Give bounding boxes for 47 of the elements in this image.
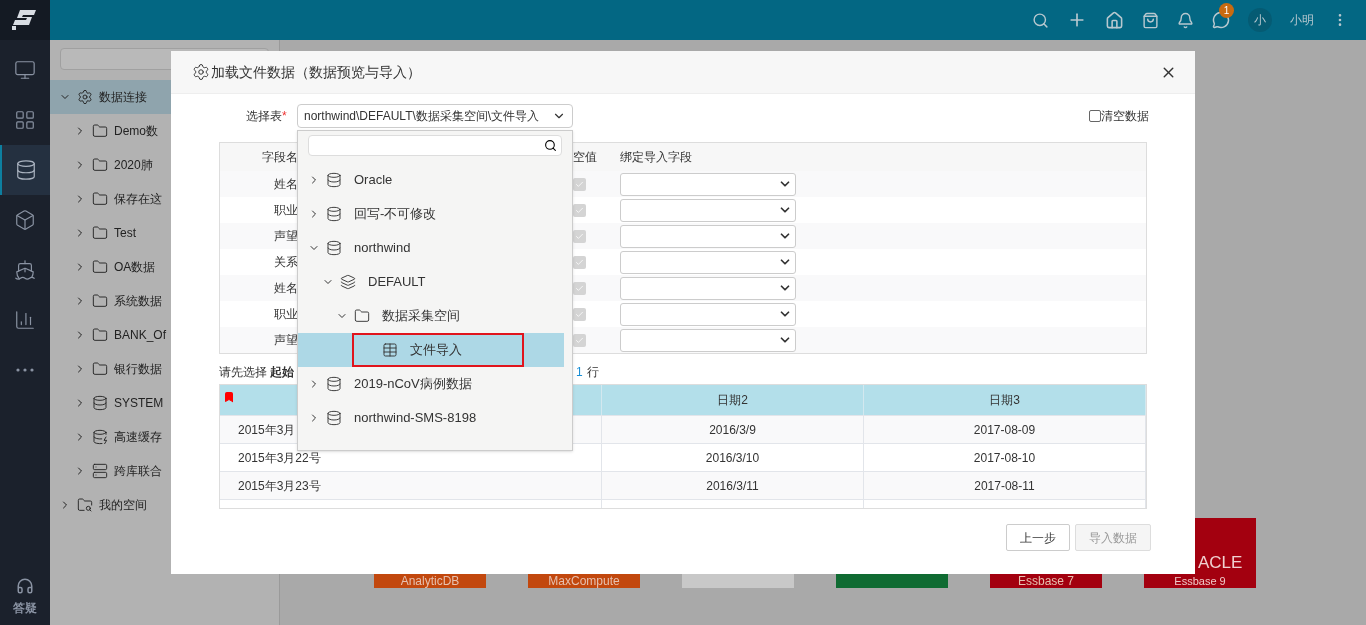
tile-label: Essbase 9 <box>1174 575 1226 587</box>
badge: 1 <box>1219 3 1234 18</box>
tree-item[interactable]: northwind <box>298 231 564 265</box>
dialog-title: 加载文件数据（数据预览与导入） <box>211 62 421 82</box>
column-header: 绑定导入字段 <box>620 149 693 166</box>
tree-item[interactable]: 回写-不可修改 <box>298 197 564 231</box>
tile-label: AnalyticDB <box>400 575 460 587</box>
table-cell-text: 2015年3月23号 <box>238 477 321 495</box>
table-cell-text: 2015年3月 <box>238 421 296 439</box>
table-cell-text: 2017-08-11 <box>974 477 1035 495</box>
tree-item[interactable]: 2019-nCoV病例数据 <box>298 367 564 401</box>
row-count: 1 <box>576 364 583 381</box>
table-cell-text: 声望 <box>273 228 299 245</box>
user-name[interactable]: 小明 <box>1290 11 1314 29</box>
tree-item[interactable]: 文件导入 <box>298 333 564 367</box>
required-mark: * <box>282 108 287 125</box>
tree-item[interactable]: DEFAULT <box>298 265 564 299</box>
table-cell-text: 姓名 <box>273 176 299 193</box>
tile-label: Essbase 7 <box>1017 575 1074 587</box>
table-cell-text: 2016/3/10 <box>705 449 760 467</box>
column-header: 字段名 <box>261 149 299 166</box>
column-header: 日期3 <box>989 392 1020 409</box>
tile-label: MaxCompute <box>548 575 620 587</box>
table-cell-text: 职业 <box>273 202 299 219</box>
table-cell-text: 关系 <box>273 254 299 271</box>
avatar[interactable]: 小 <box>1248 8 1272 32</box>
table-cell-text: 姓名 <box>273 280 299 297</box>
row-unit: 行 <box>586 364 599 381</box>
table-cell-text: 职业 <box>273 306 299 323</box>
tree-item[interactable]: SYSTEM <box>50 386 279 420</box>
table-cell-text: 2017-08-10 <box>973 449 1036 467</box>
table-select[interactable]: northwind\DEFAULT\数据采集空间\文件导入 <box>297 104 573 128</box>
column-header: 日期2 <box>717 392 748 409</box>
tile-brand: ACLE <box>1197 551 1243 574</box>
table-cell-text: 2016/3/9 <box>709 421 756 439</box>
column-header: 空值 <box>572 149 598 166</box>
tree-item[interactable]: Oracle <box>298 163 564 197</box>
table-cell-text: 2017-08-09 <box>973 421 1036 439</box>
help-label[interactable]: 答疑 <box>13 599 37 617</box>
checkbox-label: 清空数据 <box>1101 108 1149 125</box>
table-cell-text: 2015年3月22号 <box>238 449 321 467</box>
table-cell-text: 声望 <box>273 332 299 349</box>
hint-text: 请先选择 起始 <box>219 364 296 381</box>
dialog-button[interactable]: 上一步 <box>1006 524 1070 551</box>
tree-item[interactable]: northwind-SMS-8198 <box>298 401 564 435</box>
tree-item[interactable]: 数据采集空间 <box>298 299 564 333</box>
table-cell-text: 2016/3/11 <box>706 477 759 495</box>
